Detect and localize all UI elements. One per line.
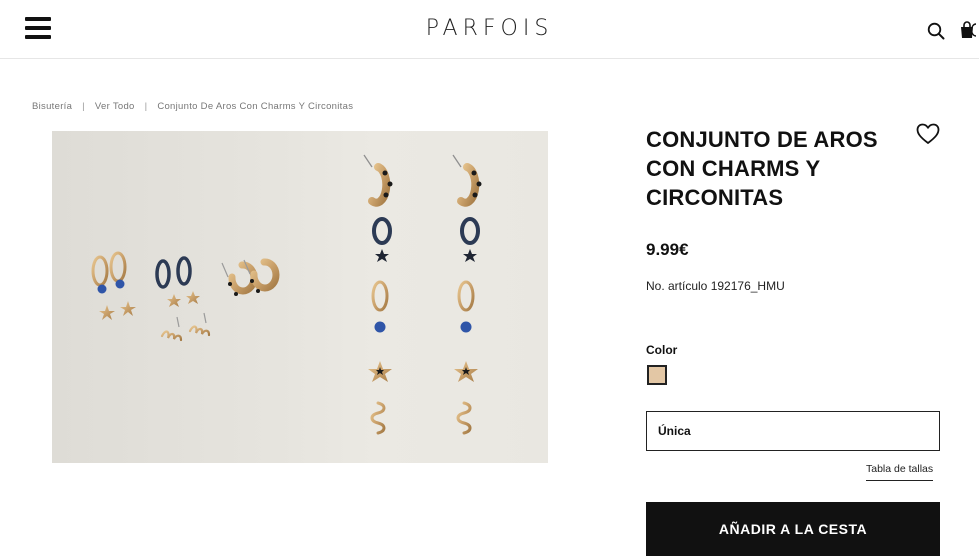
breadcrumb-item-bisuteria[interactable]: Bisutería <box>32 101 72 112</box>
search-icon[interactable] <box>927 22 945 40</box>
breadcrumb: Bisutería | Ver Todo | Conjunto De Aros … <box>32 101 353 112</box>
site-header: PARFOIS <box>0 0 979 59</box>
color-label: Color <box>646 343 678 357</box>
color-swatch[interactable] <box>647 365 667 385</box>
breadcrumb-separator: | <box>82 101 85 112</box>
size-select[interactable]: Única <box>646 411 940 451</box>
article-number: No. artículo 192176_HMU <box>646 279 785 293</box>
product-price: 9.99€ <box>646 240 689 259</box>
earrings-illustration <box>91 154 482 435</box>
breadcrumb-separator: | <box>144 101 148 112</box>
product-title: CONJUNTO DE AROS CON CHARMS Y CIRCONITAS <box>646 127 878 210</box>
size-guide-link[interactable]: Tabla de tallas <box>866 463 934 481</box>
add-to-cart-button[interactable]: AÑADIR A LA CESTA <box>646 502 940 556</box>
heart-icon[interactable] <box>916 123 940 145</box>
breadcrumb-item-current[interactable]: Conjunto De Aros Con Charms Y Circonitas <box>157 101 353 112</box>
breadcrumb-item-ver-todo[interactable]: Ver Todo <box>95 101 135 112</box>
brand-logo[interactable]: PARFOIS <box>0 16 979 41</box>
bag-icon[interactable] <box>959 20 979 40</box>
product-image[interactable] <box>52 131 548 463</box>
